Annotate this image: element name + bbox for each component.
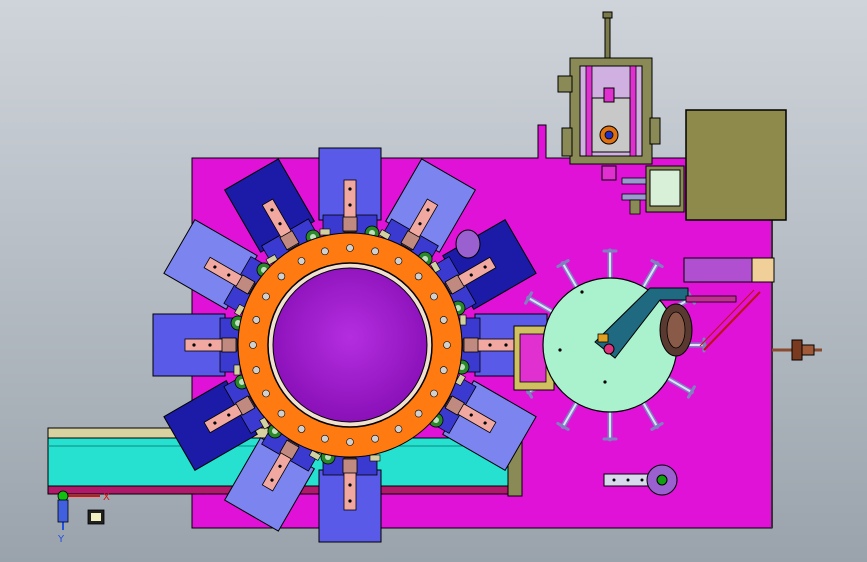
indexer-pin-4	[603, 380, 607, 384]
cad-viewport[interactable]: X Y	[0, 0, 867, 562]
station-hole	[504, 343, 508, 347]
ring-bolt	[371, 434, 379, 443]
ring-bolt	[394, 257, 403, 265]
axis-x-label: X	[103, 492, 110, 503]
station-hole	[348, 187, 352, 191]
ring-bolt	[277, 409, 286, 418]
indexer-rail	[685, 295, 737, 303]
press-frame-col-left	[585, 65, 593, 157]
indexer-arm-pivot	[603, 343, 615, 355]
turret-station	[152, 313, 246, 377]
press-head-arm	[603, 87, 615, 103]
press-bracket-left	[557, 75, 573, 93]
station-clip	[319, 228, 331, 236]
bottom-slide-hole-3	[640, 478, 644, 482]
station-slider-head	[342, 458, 358, 474]
ring-bolt	[430, 389, 438, 398]
ring-bolt	[321, 434, 329, 443]
indexer-arm-block	[597, 333, 609, 343]
edge-knob-collar	[801, 344, 815, 356]
feed-cylinder-cap	[751, 257, 775, 283]
ring-bolt	[346, 244, 354, 252]
ring-bolt	[443, 341, 451, 349]
turret-station	[318, 449, 382, 543]
ring-bolt	[414, 409, 423, 418]
indexer-side-frame-inner	[519, 333, 547, 383]
electrical-cabinet	[685, 109, 787, 221]
machine-top-view: X Y	[0, 0, 867, 562]
ring-bolt	[249, 341, 257, 349]
ring-bolt	[321, 247, 329, 256]
station-clip	[459, 314, 467, 326]
indexer-pin-1	[580, 290, 584, 294]
press-rod-cap	[602, 11, 613, 19]
station-hole	[488, 343, 492, 347]
bottom-slide-hole-1	[612, 478, 616, 482]
control-box-pin-1	[621, 177, 647, 185]
turret-center	[237, 232, 463, 458]
feed-cylinder-body	[683, 257, 755, 283]
edge-knob-body	[791, 339, 803, 361]
indexer-drum-inner	[666, 311, 686, 349]
bottom-slide-hub	[656, 474, 668, 486]
station-hole	[348, 499, 352, 503]
bottom-slide-hole-2	[626, 478, 630, 482]
station-clip	[233, 364, 241, 376]
station-slider-head	[342, 216, 358, 232]
station-hole	[348, 203, 352, 207]
station-slider-head	[463, 337, 479, 353]
ring-bolt	[430, 292, 438, 301]
sensor-disc	[455, 229, 481, 259]
station-slider-head	[221, 337, 237, 353]
station-hole	[192, 343, 196, 347]
control-box-screen	[649, 169, 681, 207]
ring-bolt	[414, 272, 423, 281]
indexer-pin-3	[558, 348, 562, 352]
press-feeder	[601, 165, 617, 181]
control-box-pin-3	[629, 199, 641, 215]
ring-bolt	[394, 425, 403, 433]
press-bracket-right	[649, 117, 661, 145]
station-hole	[208, 343, 212, 347]
ring-bolt	[252, 366, 261, 374]
ring-bolt	[346, 438, 354, 446]
ring-bolt	[262, 292, 270, 301]
axis-y-label: Y	[57, 534, 65, 545]
ring-bolt	[439, 366, 448, 374]
control-box-pin-2	[621, 193, 647, 201]
axis-cube-face	[91, 513, 101, 521]
axis-origin	[57, 490, 69, 502]
turret-station	[318, 147, 382, 241]
station-clip	[369, 454, 381, 462]
ring-bolt	[262, 389, 270, 398]
feed-cylinder	[683, 257, 775, 283]
ring-bolt	[277, 272, 286, 281]
press-bracket-lower	[561, 127, 573, 157]
ring-bolt	[371, 247, 379, 256]
axis-z-block	[57, 499, 69, 523]
ring-bolt	[297, 257, 306, 265]
ring-bolt	[439, 316, 448, 324]
press-head-wheel-core	[604, 130, 614, 140]
turret-hub	[272, 267, 428, 423]
press-frame-col-right	[629, 65, 637, 157]
ring-bolt	[297, 425, 306, 433]
ring-bolt	[252, 316, 261, 324]
station-hole	[348, 483, 352, 487]
